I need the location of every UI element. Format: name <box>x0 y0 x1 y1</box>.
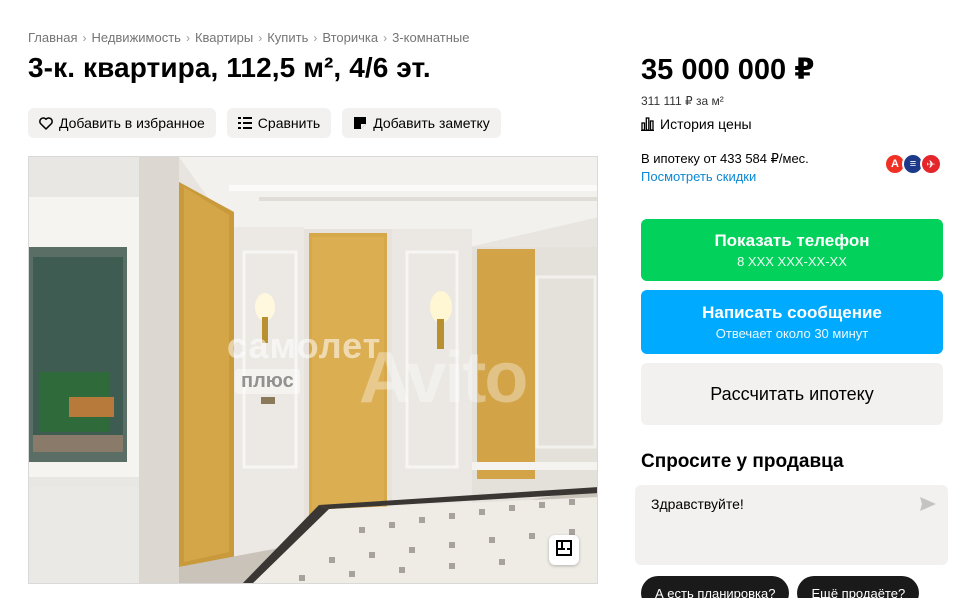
add-to-favorites-button[interactable]: Добавить в избранное <box>28 108 216 138</box>
heart-icon <box>39 116 53 130</box>
ask-seller-title: Спросите у продавца <box>641 451 844 472</box>
phone-number-masked: 8 XXX XXX-XX-XX <box>737 254 847 269</box>
avito-watermark: Avito <box>359 338 528 418</box>
bank-logos[interactable]: А ≡ ✈ <box>884 153 944 175</box>
compare-icon <box>237 116 252 130</box>
breadcrumb-item-home[interactable]: Главная <box>28 30 77 45</box>
compare-label: Сравнить <box>257 115 321 131</box>
chevron-right-icon: › <box>185 30 190 45</box>
breadcrumb-item-realty[interactable]: Недвижимость <box>91 30 180 45</box>
calculate-mortgage-button[interactable]: Рассчитать ипотеку <box>641 363 943 425</box>
quick-question-chip[interactable]: Ещё продаёте? <box>797 576 920 598</box>
price: 35 000 000 ₽ <box>641 54 815 86</box>
floor-plan-icon <box>556 539 572 561</box>
note-icon <box>353 116 367 130</box>
bank-logo-icon: ✈ <box>920 153 942 175</box>
breadcrumb: Главная › Недвижимость › Квартиры › Купи… <box>28 30 469 45</box>
view-discounts-link[interactable]: Посмотреть скидки <box>641 169 756 184</box>
breadcrumb-item-3-rooms[interactable]: 3-комнатные <box>392 30 469 45</box>
bar-chart-icon <box>641 117 654 131</box>
chevron-right-icon: › <box>258 30 263 45</box>
write-message-label: Написать сообщение <box>702 303 882 322</box>
price-history-label: История цены <box>660 116 752 132</box>
message-text: Здравствуйте! <box>651 496 744 512</box>
breadcrumb-item-buy[interactable]: Купить <box>267 30 308 45</box>
listing-photo[interactable]: Avito самолет плюс <box>28 156 598 584</box>
chevron-right-icon: › <box>313 30 318 45</box>
response-time: Отвечает около 30 минут <box>715 326 869 341</box>
breadcrumb-item-apartments[interactable]: Квартиры <box>195 30 253 45</box>
floor-plan-button[interactable] <box>549 535 579 565</box>
message-input[interactable]: Здравствуйте! <box>635 485 948 565</box>
show-phone-button[interactable]: Показать телефон 8 XXX XXX-XX-XX <box>641 219 943 281</box>
price-per-m2: 311 111 ₽ за м² <box>641 94 724 108</box>
calculate-mortgage-label: Рассчитать ипотеку <box>710 383 874 404</box>
add-note-label: Добавить заметку <box>373 115 490 131</box>
quick-question-chip[interactable]: А есть планировка? <box>641 576 790 598</box>
quick-questions: А есть планировка? Ещё продаёте? <box>641 576 920 598</box>
send-icon[interactable] <box>920 497 936 516</box>
write-message-button[interactable]: Написать сообщение Отвечает около 30 мин… <box>641 290 943 354</box>
chevron-right-icon: › <box>82 30 87 45</box>
listing-actions: Добавить в избранное Сравнить Добавить з… <box>28 108 501 138</box>
add-note-button[interactable]: Добавить заметку <box>342 108 501 138</box>
chevron-right-icon: › <box>383 30 388 45</box>
add-to-favorites-label: Добавить в избранное <box>59 115 205 131</box>
mortgage-offer: В ипотеку от 433 584 ₽/мес. <box>641 151 809 166</box>
show-phone-label: Показать телефон <box>714 231 870 250</box>
plus-watermark: плюс <box>235 369 300 394</box>
listing-title: 3-к. квартира, 112,5 м², 4/6 эт. <box>28 52 431 83</box>
compare-button[interactable]: Сравнить <box>226 108 332 138</box>
samolet-watermark: самолет <box>227 325 382 366</box>
breadcrumb-item-secondary[interactable]: Вторичка <box>322 30 378 45</box>
price-history-link[interactable]: История цены <box>641 116 752 132</box>
